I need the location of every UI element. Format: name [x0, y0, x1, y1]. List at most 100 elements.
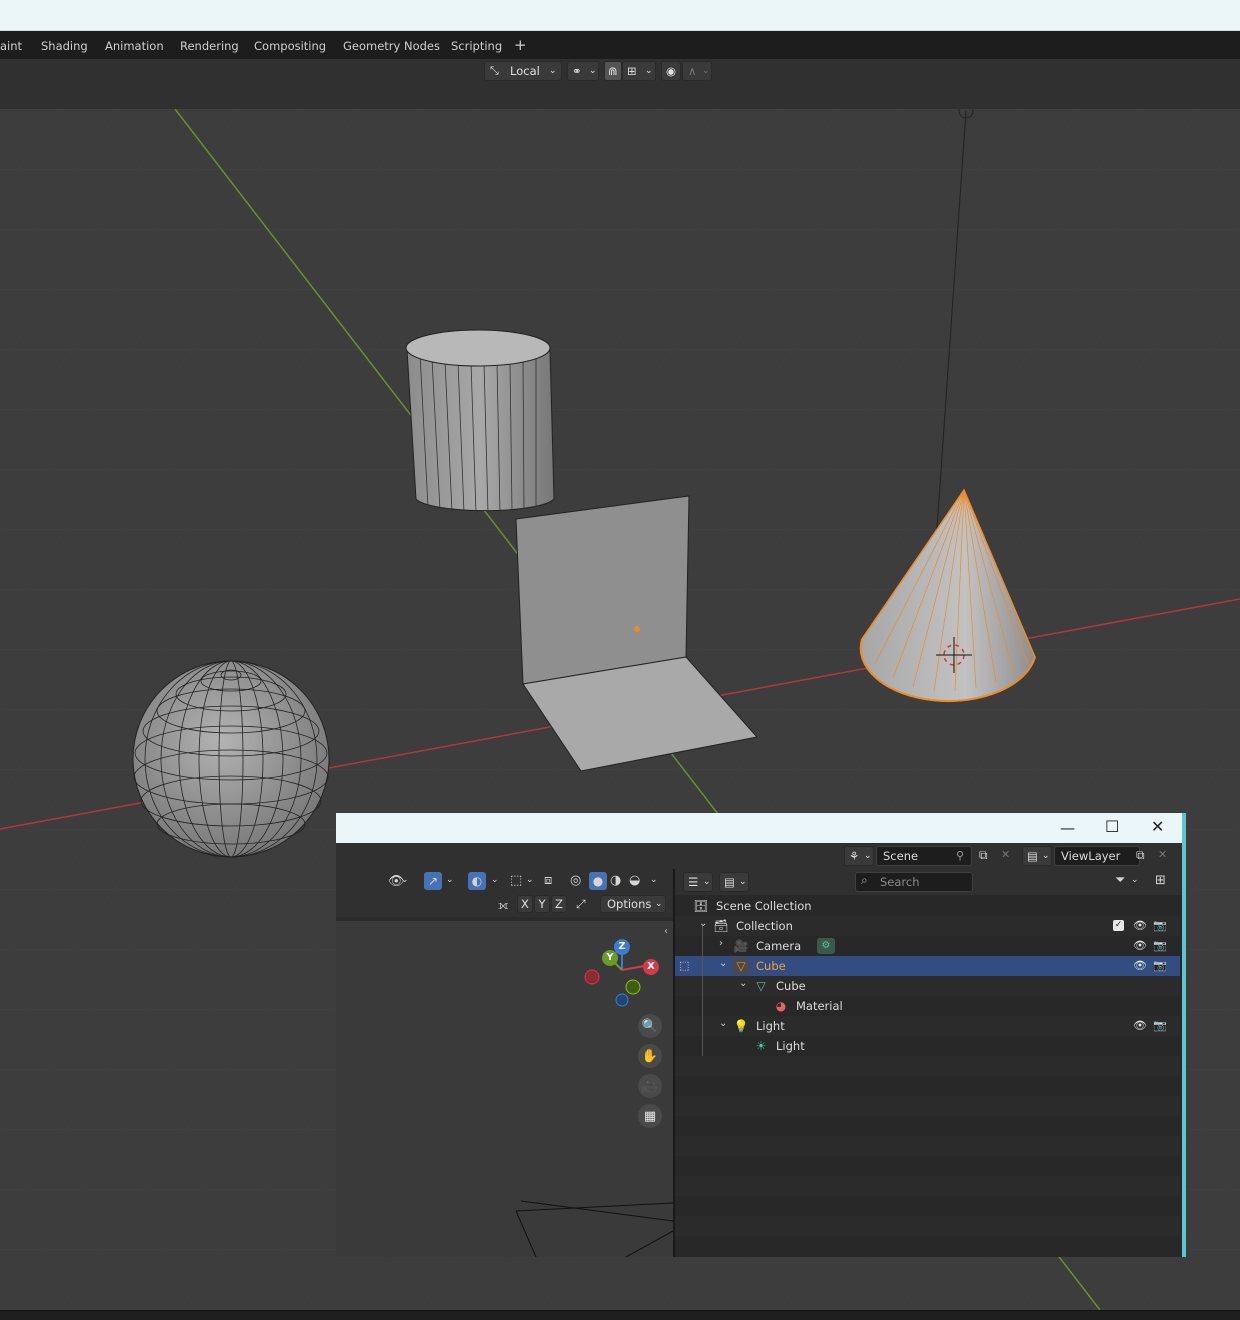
exclude-checkbox[interactable]: ✓ [1113, 920, 1124, 931]
overlays-toggle-icon[interactable]: ◐ [468, 872, 486, 890]
chevron-down-icon: ⌄ [1131, 875, 1139, 885]
mirror-icon: ⟗ [498, 898, 509, 912]
camera-data-icon[interactable]: ⚙ [817, 938, 835, 954]
new-collection-icon[interactable]: ⊞ [1155, 873, 1166, 888]
mirror-y-toggle[interactable]: Y [534, 895, 550, 913]
chevron-down-icon: ⌄ [703, 877, 711, 887]
origin-point [634, 626, 640, 632]
tab-shading[interactable]: Shading [41, 39, 88, 53]
camera-view-icon[interactable]: 🎥 [638, 1074, 662, 1098]
gizmo-y-axis[interactable]: Y [602, 950, 618, 966]
options-dropdown[interactable]: Options ⌄ [600, 895, 666, 913]
uv-sphere-object[interactable] [132, 660, 330, 858]
view-layer-icon: ▤ [724, 875, 735, 889]
solid-shading-icon[interactable]: ● [589, 872, 607, 890]
snap-toggle[interactable]: ⋒ [604, 61, 622, 81]
editor-type-dropdown[interactable]: ☰ ⌄ [683, 872, 713, 892]
chevron-down-icon[interactable]: ⌄ [719, 1018, 727, 1029]
visibility-eye-icon[interactable]: 👁 [1133, 1019, 1147, 1032]
render-camera-icon[interactable]: 📷 [1153, 959, 1167, 972]
visibility-eye-icon[interactable]: 👁 [1133, 959, 1147, 972]
empty-row [675, 1096, 1180, 1116]
chevron-down-icon[interactable]: ⌄ [699, 918, 707, 929]
outliner-panel: ☰ ⌄ ▤ ⌄ Search ⌕ ⏷ ⌄ ⊞ 🗄 Scene Collectio… [675, 869, 1182, 1257]
add-workspace-button[interactable]: + [514, 36, 527, 54]
mirror-z-toggle[interactable]: Z [551, 895, 567, 913]
edit-mode-icon[interactable]: ⬚ [679, 959, 689, 972]
chevron-right-icon[interactable]: › [719, 938, 723, 949]
pivot-point-dropdown[interactable]: ⚭ ⌄ [567, 61, 599, 81]
view-layer-browse-button[interactable]: ▤ ⌄ [1022, 846, 1052, 866]
delete-view-layer-icon[interactable]: ✕ [1158, 848, 1167, 861]
tree-guide-line [702, 926, 703, 1056]
pan-hand-icon[interactable]: ✋ [638, 1044, 662, 1068]
selectability-icon[interactable]: ⬚ [510, 873, 522, 888]
row-label: Cube [776, 979, 806, 993]
wireframe-shading-icon[interactable]: ◎ [570, 873, 581, 888]
proportional-edit-icon: ◉ [666, 64, 677, 78]
visibility-eye-icon[interactable]: 👁 [1133, 939, 1147, 952]
tab-geometry-nodes[interactable]: Geometry Nodes [343, 39, 440, 53]
outliner-header: ☰ ⌄ ▤ ⌄ Search ⌕ ⏷ ⌄ ⊞ [675, 869, 1182, 895]
render-camera-icon[interactable]: 📷 [1153, 939, 1167, 952]
chevron-down-icon: ⌄ [864, 851, 872, 861]
outliner-row-light-data[interactable]: ☀ Light [675, 1036, 1180, 1056]
outliner-row-material[interactable]: ◕ Material [675, 996, 1180, 1016]
xray-toggle-icon[interactable]: ⧈ [544, 873, 552, 888]
mini-3d-viewport[interactable]: ‹ Z X Y 🔍 ✋ 🎥 ▦ [336, 921, 673, 1257]
zoom-icon[interactable]: 🔍 [638, 1014, 662, 1038]
outliner-search-input[interactable]: Search [855, 872, 973, 892]
chevron-down-icon[interactable]: ⌄ [739, 978, 747, 989]
new-scene-icon[interactable]: ⧉ [979, 848, 988, 863]
chevron-down-icon[interactable]: ⌄ [719, 958, 727, 969]
search-icon: ⌕ [861, 873, 868, 887]
perspective-grid-icon[interactable]: ▦ [638, 1104, 662, 1128]
outliner-row-collection[interactable]: ⌄ 🗃 Collection ✓ 👁 📷 [675, 916, 1180, 936]
mirror-x-toggle[interactable]: X [517, 895, 533, 913]
snap-target-icon: ⊞ [627, 64, 637, 78]
chevron-down-icon: ⌄ [401, 875, 409, 885]
render-camera-icon[interactable]: 📷 [1153, 1019, 1167, 1032]
transform-orientation-dropdown[interactable]: ⤡ Local ⌄ [484, 61, 562, 81]
auto-merge-icon[interactable]: ⤢ [576, 897, 586, 912]
minimize-button[interactable]: — [1060, 819, 1075, 837]
row-label: Light [756, 1019, 785, 1033]
tab-compositing[interactable]: Compositing [254, 39, 326, 53]
render-camera-icon[interactable]: 📷 [1153, 919, 1167, 932]
cylinder-object[interactable] [405, 329, 555, 514]
proportional-edit-toggle[interactable]: ◉ [661, 61, 681, 81]
tab-scripting[interactable]: Scripting [451, 39, 502, 53]
gizmo-x-axis[interactable]: X [643, 959, 659, 975]
outliner-row-cube-mesh[interactable]: ⌄ ▽ Cube [675, 976, 1180, 996]
outliner-row-camera[interactable]: › 🎥 Camera ⚙ 👁 📷 [675, 936, 1180, 956]
filter-icon[interactable]: ⏷ [1115, 873, 1125, 888]
floating-window-body: ⚘ ⌄ Scene ⚲ ⧉ ✕ ▤ ⌄ ViewLayer ⧉ ✕ 👁 ⌄ ↗ … [336, 843, 1182, 1257]
snap-target-dropdown[interactable]: ⊞ ⌄ [622, 61, 656, 81]
visibility-eye-icon[interactable]: 👁 [1133, 919, 1147, 932]
scene-browse-button[interactable]: ⚘ ⌄ [844, 846, 874, 866]
falloff-dropdown[interactable]: ∧ ⌄ [682, 61, 712, 81]
delete-scene-icon[interactable]: ✕ [1001, 848, 1010, 861]
close-button[interactable]: ✕ [1151, 817, 1164, 836]
navigation-gizmo[interactable]: Z X Y [580, 937, 664, 1007]
gizmo-toggle-icon[interactable]: ↗ [424, 872, 442, 890]
tab-animation[interactable]: Animation [105, 39, 164, 53]
outliner-row-light[interactable]: ⌄ 💡 Light 👁 📷 [675, 1016, 1180, 1036]
viewport-tool-header [0, 83, 1240, 109]
pin-icon[interactable]: ⚲ [956, 849, 964, 862]
maximize-button[interactable]: ☐ [1105, 817, 1119, 836]
new-view-layer-icon[interactable]: ⧉ [1136, 848, 1145, 863]
tab-texture-paint[interactable]: aint [0, 39, 22, 53]
light-object-icon: 💡 [733, 1019, 749, 1033]
mesh-object-icon: ▽ [733, 958, 749, 974]
floating-window-title-bar: — ☐ ✕ [336, 813, 1182, 843]
tab-rendering[interactable]: Rendering [180, 39, 239, 53]
outliner-row-cube-selected[interactable]: ⬚ ⌄ ▽ Cube 👁 📷 [675, 956, 1180, 976]
sidebar-collapse-arrow-icon[interactable]: ‹ [664, 926, 668, 937]
rendered-shading-icon[interactable]: ◒ [629, 873, 640, 888]
empty-row [675, 1136, 1180, 1156]
material-preview-icon[interactable]: ◑ [610, 873, 621, 888]
display-mode-dropdown[interactable]: ▤ ⌄ [719, 872, 749, 892]
outliner-row-scene-collection[interactable]: 🗄 Scene Collection [675, 896, 1180, 916]
view-layer-name-field[interactable]: ViewLayer [1054, 846, 1140, 866]
